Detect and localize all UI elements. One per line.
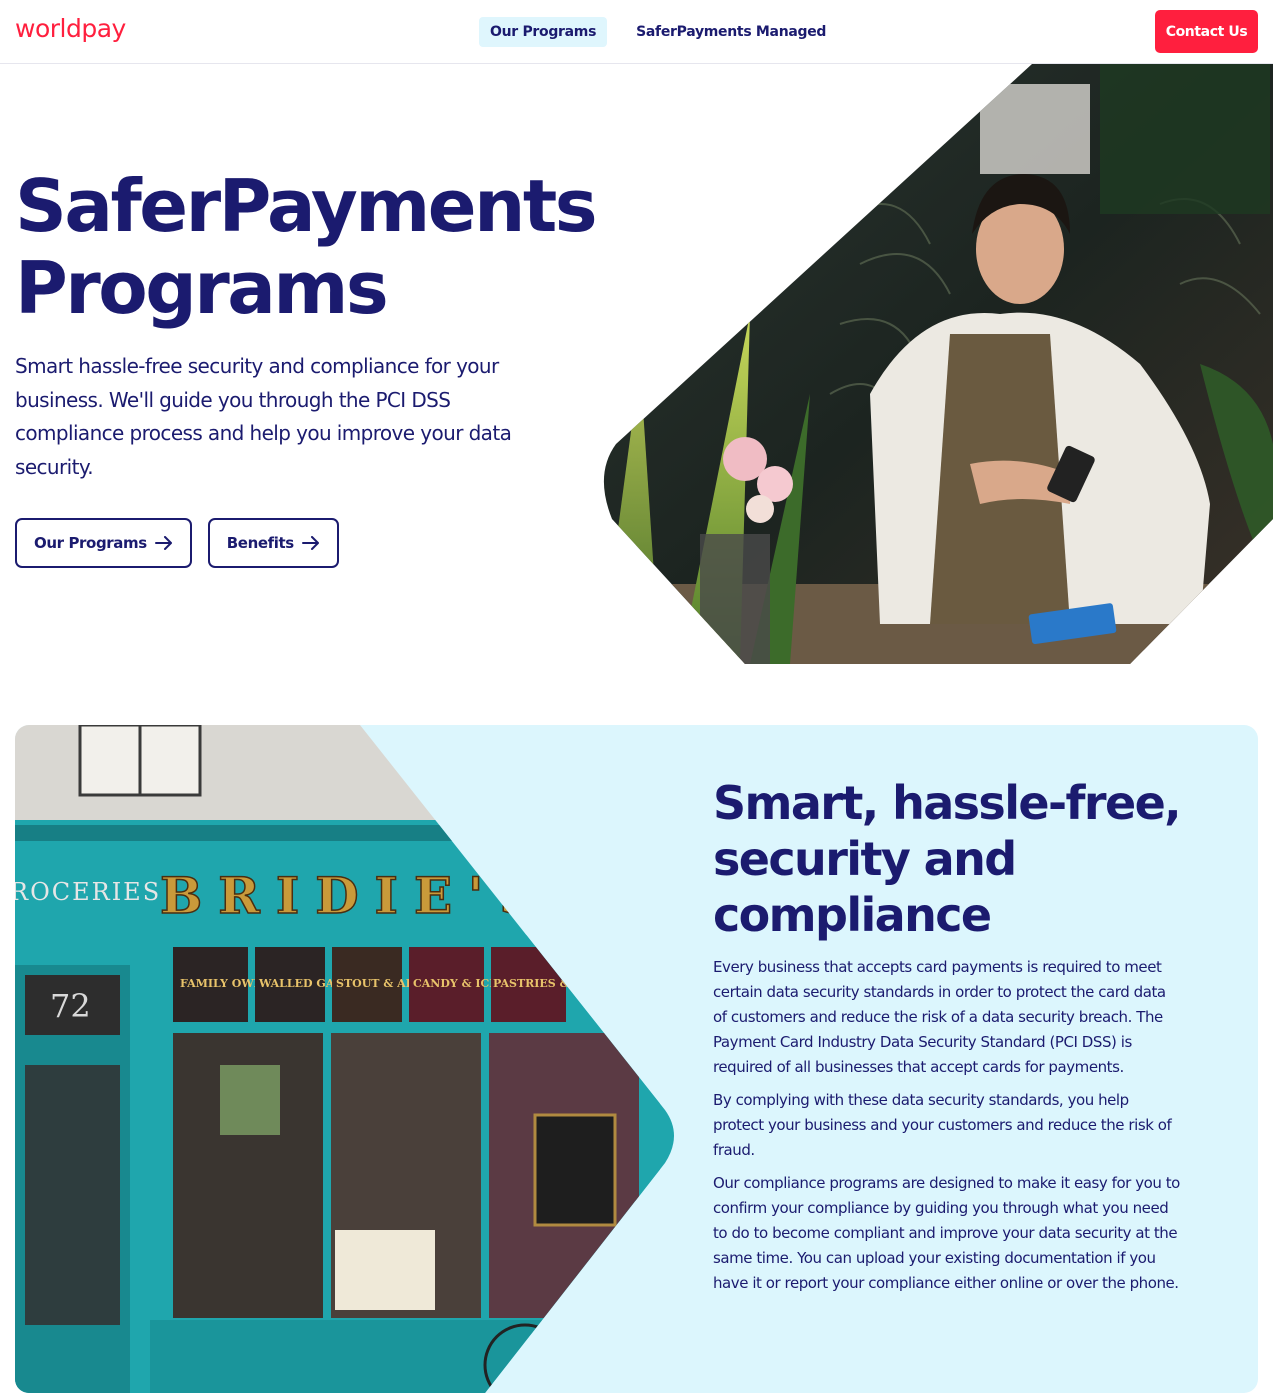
hero-title-line2: Programs — [15, 246, 389, 330]
hero-title-line1: SaferPayments — [15, 164, 598, 248]
section-body: Every business that accepts card payment… — [713, 955, 1181, 1304]
section-title: Smart, hassle-free, security and complia… — [713, 776, 1182, 942]
storefront-number: 72 — [50, 987, 91, 1025]
site-header: worldpay Our Programs SaferPayments Mana… — [0, 0, 1273, 64]
hero-buttons: Our Programs Benefits — [15, 518, 339, 568]
our-programs-button-label: Our Programs — [34, 534, 147, 552]
section-paragraph-1: Every business that accepts card payment… — [713, 958, 1166, 1076]
arrow-right-icon — [301, 536, 319, 550]
hero-subtitle: Smart hassle-free security and complianc… — [15, 354, 512, 479]
benefits-button-label: Benefits — [226, 534, 294, 552]
main-nav: Our Programs SaferPayments Managed — [479, 17, 837, 47]
nav-our-programs[interactable]: Our Programs — [479, 17, 608, 47]
storefront-sign: BRIDIE'S — [160, 866, 551, 925]
section-paragraph-3: Our compliance programs are designed to … — [713, 1174, 1180, 1292]
window-panel-5: PASTRIES & CAKES — [493, 977, 617, 990]
storefront-photo: ROCERIES BRIDIE'S 72 FAMILY OWNED WALLED… — [15, 725, 674, 1393]
storefront-sign-left: ROCERIES — [15, 878, 161, 906]
our-programs-button[interactable]: Our Programs — [15, 518, 192, 568]
arrow-right-icon — [154, 536, 172, 550]
hero-title: SaferPayments Programs — [15, 164, 598, 330]
worldpay-logo[interactable]: worldpay — [15, 14, 126, 43]
section-paragraph-2: By complying with these data security st… — [713, 1091, 1172, 1159]
benefits-button[interactable]: Benefits — [207, 518, 339, 568]
hero-merchant-photo — [603, 64, 1273, 664]
compliance-section: ROCERIES BRIDIE'S 72 FAMILY OWNED WALLED… — [15, 725, 1258, 1393]
contact-us-button[interactable]: Contact Us — [1155, 10, 1258, 53]
nav-saferpayments-managed[interactable]: SaferPayments Managed — [625, 17, 837, 47]
